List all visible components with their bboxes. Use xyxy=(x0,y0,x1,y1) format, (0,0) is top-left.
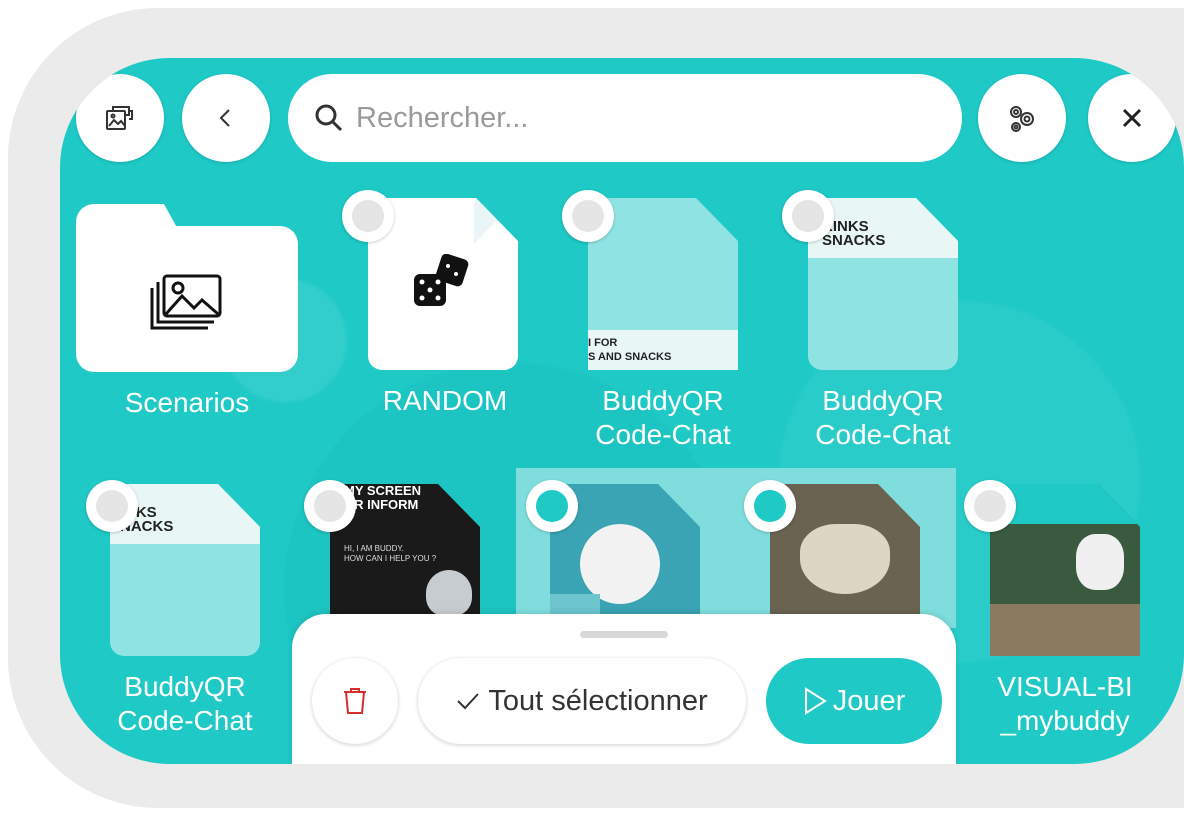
back-button[interactable] xyxy=(182,74,270,162)
selection-radio-checked[interactable] xyxy=(744,480,796,532)
search-icon xyxy=(315,104,343,132)
selection-radio[interactable] xyxy=(782,190,834,242)
thumb-image xyxy=(580,524,660,604)
gallery-icon xyxy=(106,106,133,130)
item-label: RANDOM xyxy=(382,385,508,416)
item-label: BuddyQR Code-Chat xyxy=(815,385,951,450)
robot-image xyxy=(426,570,472,616)
thumb-text: I FOR S AND SNACKS xyxy=(588,337,672,363)
image-folder-icon xyxy=(150,274,222,330)
item-label: BuddyQR Code-Chat xyxy=(595,385,731,450)
close-icon xyxy=(1122,108,1142,128)
settings-icon xyxy=(1010,106,1034,132)
close-button[interactable] xyxy=(1088,74,1176,162)
item-label: BuddyQR Code-Chat xyxy=(117,671,253,736)
selection-radio[interactable] xyxy=(964,480,1016,532)
thumb-image xyxy=(800,524,890,594)
select-all-button[interactable]: Tout sélectionner xyxy=(418,658,746,744)
selection-radio[interactable] xyxy=(304,480,356,532)
play-button[interactable]: Jouer xyxy=(766,658,942,744)
thumb-image xyxy=(990,604,1140,656)
select-all-label: Tout sélectionner xyxy=(488,684,708,717)
selection-radio-checked[interactable] xyxy=(526,480,578,532)
gallery-button[interactable] xyxy=(76,74,164,162)
app-screen: Rechercher... Scenarios RANDOM I FOR S A… xyxy=(60,58,1184,764)
play-icon xyxy=(804,687,827,715)
folder-body xyxy=(76,226,298,372)
delete-button[interactable] xyxy=(312,658,398,744)
search-input[interactable]: Rechercher... xyxy=(356,102,528,135)
settings-button[interactable] xyxy=(978,74,1066,162)
selection-radio[interactable] xyxy=(342,190,394,242)
play-label: Jouer xyxy=(832,684,906,717)
action-sheet: Tout sélectionner Jouer xyxy=(292,614,956,764)
selection-radio[interactable] xyxy=(562,190,614,242)
search-bar[interactable]: Rechercher... xyxy=(288,74,962,162)
dice-icon xyxy=(414,254,469,306)
check-icon xyxy=(457,693,480,710)
item-label: Scenarios xyxy=(124,387,250,418)
sheet-handle[interactable] xyxy=(580,631,668,638)
back-icon xyxy=(219,109,230,127)
item-label: VISUAL-BI _mybuddy xyxy=(997,671,1133,736)
trash-icon xyxy=(344,688,366,714)
robot-image xyxy=(1076,534,1124,590)
selection-radio[interactable] xyxy=(86,480,138,532)
thumb-subtext: HI, I AM BUDDY. HOW CAN I HELP YOU ? xyxy=(344,544,437,563)
